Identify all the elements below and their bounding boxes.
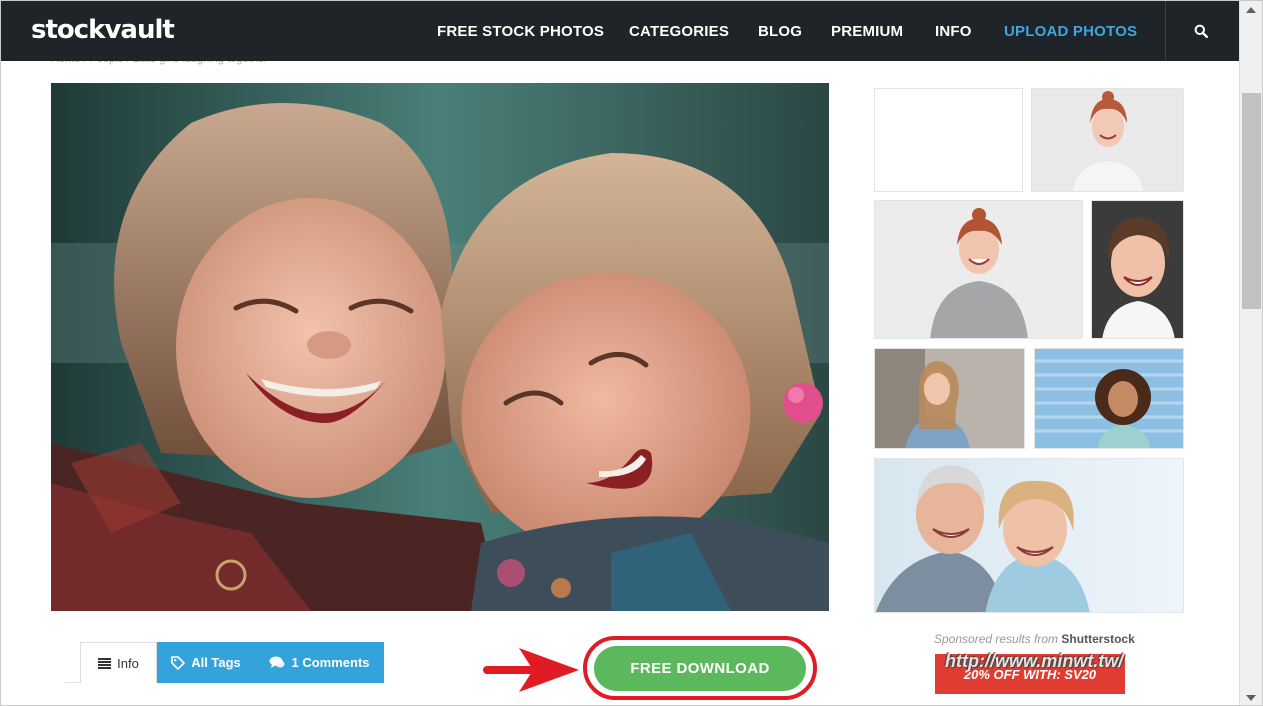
thumb-image [1035, 349, 1183, 448]
red-arrow-annotation [483, 648, 579, 692]
tab-info-label: Info [117, 655, 139, 671]
scroll-up-arrow-icon[interactable] [1246, 7, 1256, 13]
scroll-down-arrow-icon[interactable] [1246, 695, 1256, 701]
sidebar-thumb-redhead-grey-shirt[interactable] [874, 200, 1083, 339]
thumb-image [1092, 201, 1183, 338]
tag-icon [171, 655, 186, 670]
thumb-image [875, 459, 1183, 612]
search-icon[interactable] [1194, 24, 1208, 38]
tab-comments[interactable]: 1 Comments [255, 642, 384, 683]
sponsored-prefix: Sponsored results from [934, 632, 1059, 646]
thumb-image [875, 349, 1024, 448]
main-photo[interactable] [51, 83, 829, 611]
nav-premium[interactable]: PREMIUM [831, 23, 903, 40]
sidebar-thumb-blank[interactable] [874, 88, 1023, 192]
browser-viewport: Home / People / Little girls laughing to… [0, 0, 1263, 706]
scrollbar-thumb[interactable] [1242, 93, 1261, 309]
nav-upload-photos[interactable]: UPLOAD PHOTOS [1004, 23, 1137, 40]
sidebar-thumb-redhead-woman[interactable] [1031, 88, 1184, 192]
nav-categories[interactable]: CATEGORIES [629, 23, 729, 40]
sponsored-brand[interactable]: Shutterstock [1061, 632, 1134, 646]
thumb-image [875, 201, 1082, 338]
sidebar-thumb-curly-hair-woman[interactable] [1034, 348, 1184, 449]
thumb-image [1032, 89, 1183, 191]
tab-all-tags-label: All Tags [191, 655, 241, 670]
nav-blog[interactable]: BLOG [758, 23, 802, 40]
top-navbar: stockvault FREE STOCK PHOTOS CATEGORIES … [1, 1, 1239, 61]
sidebar-thumb-blonde-woman[interactable] [874, 348, 1025, 449]
tab-comments-label: 1 Comments [291, 655, 370, 670]
main-photo-image [51, 83, 829, 611]
list-icon [98, 657, 112, 669]
sidebar-thumb-short-hair-woman[interactable] [1091, 200, 1184, 339]
sponsored-caption: Sponsored results from Shutterstock [934, 632, 1135, 646]
comments-icon [269, 656, 285, 668]
nav-info[interactable]: INFO [935, 23, 972, 40]
tab-all-tags[interactable]: All Tags [157, 642, 255, 683]
vertical-scrollbar[interactable] [1239, 1, 1262, 705]
tab-info[interactable]: Info [80, 642, 157, 683]
sidebar-thumb-senior-couple[interactable] [874, 458, 1184, 613]
nav-free-stock-photos[interactable]: FREE STOCK PHOTOS [437, 23, 604, 40]
site-logo[interactable]: stockvault [31, 15, 175, 45]
free-download-button[interactable]: FREE DOWNLOAD [594, 646, 806, 691]
promo-code-button[interactable]: 20% OFF WITH: SV20 [935, 654, 1125, 694]
nav-divider [1165, 1, 1166, 61]
